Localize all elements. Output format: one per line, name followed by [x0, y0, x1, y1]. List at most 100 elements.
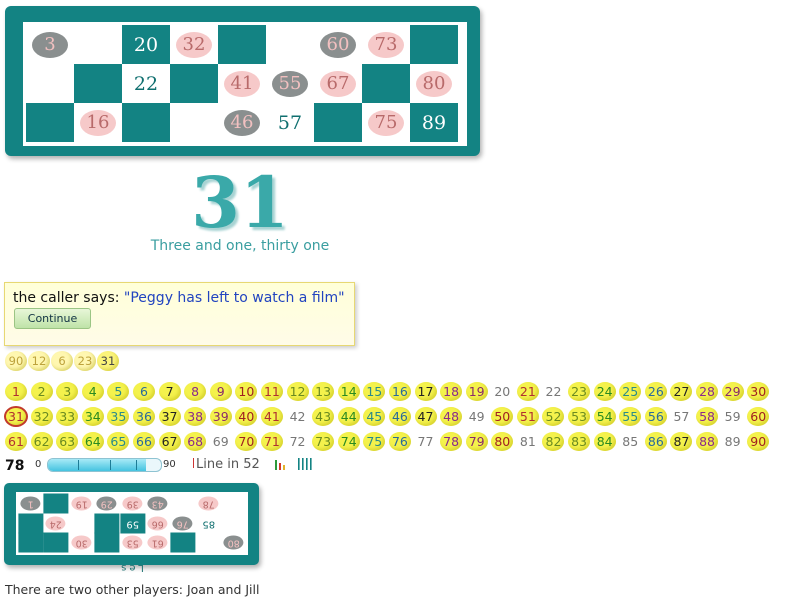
board-number-called: 41	[260, 407, 283, 426]
ticket-number: 41	[218, 64, 266, 103]
board-number-called: 62	[30, 432, 53, 451]
board-number: 77	[417, 434, 434, 449]
board-number-called: 34	[81, 407, 104, 426]
marked-number: 73	[368, 31, 404, 58]
board-number-called: 48	[440, 407, 463, 426]
board-number: 72	[289, 434, 306, 449]
ticket-cell	[314, 103, 362, 142]
progress-tick	[110, 460, 111, 470]
board-number-called: 56	[644, 407, 667, 426]
ticket-number: 75	[362, 103, 410, 142]
bar-chart-icon[interactable]	[274, 457, 288, 471]
board-number-called: 36	[132, 407, 155, 426]
board-number-called: 7	[158, 382, 181, 401]
marked-number: 53	[122, 535, 143, 550]
board-number-called: 17	[414, 382, 437, 401]
ticket-cell	[122, 103, 170, 142]
board-number-called: 16	[388, 382, 411, 401]
ticket-number: 67	[314, 64, 362, 103]
marked-number: 19	[71, 496, 92, 511]
ticket-number: 76	[170, 514, 195, 534]
board-number-called: 6	[132, 382, 155, 401]
board-number-called: 53	[568, 407, 591, 426]
progress-tick	[136, 460, 137, 470]
ticket-cell	[74, 64, 122, 103]
board-number-called: 33	[56, 407, 79, 426]
daubed-number: 1	[20, 496, 41, 511]
ticket-number: 19	[69, 494, 94, 514]
board-number-called: 63	[56, 432, 79, 451]
board-number-called: 39	[209, 407, 232, 426]
marked-number: 75	[368, 109, 404, 136]
board-number-called: 2	[30, 382, 53, 401]
board-number-called: 11	[260, 382, 283, 401]
board-number-called: 26	[644, 382, 667, 401]
continue-button[interactable]: Continue	[14, 308, 91, 329]
recent-call-ball: 23	[74, 351, 96, 371]
board-number-called: 71	[260, 432, 283, 451]
ticket-cell	[94, 533, 120, 553]
marked-number: 41	[224, 70, 260, 97]
ticket-grid: 3 20 32 60 73 22 41 55 67 80 16 46 57 75 89	[26, 25, 458, 142]
board-number-called: 25	[619, 382, 642, 401]
ticket-number: 22	[133, 72, 159, 95]
ticket-cell	[362, 64, 410, 103]
ticket-cell	[94, 513, 120, 533]
board-number-called: 60	[747, 407, 770, 426]
marked-number: 80	[416, 70, 452, 97]
board-number-called: 10	[235, 382, 258, 401]
ticket-cell	[221, 514, 246, 534]
daubed-number: 3	[32, 31, 68, 58]
board-number-called: 37	[158, 407, 181, 426]
number-board: 1 2 3 4 5 6 7 8 9 10 11 12 13 14 15 16 17 18 19 20 21 22 23 24 2…	[4, 380, 772, 455]
ticket-number: 30	[69, 533, 94, 553]
board-number: 49	[468, 409, 485, 424]
board-number-called: 47	[414, 407, 437, 426]
marked-number: 67	[320, 70, 356, 97]
marked-number: 39	[122, 496, 143, 511]
ticket-number: 85	[202, 517, 215, 529]
ticket-number: 20	[122, 25, 170, 64]
board-number-called: 58	[696, 407, 719, 426]
ticket-cell	[69, 514, 94, 534]
caller-prefix: the caller says:	[13, 290, 124, 306]
board-number-called: 1	[5, 382, 27, 401]
board-number-called: 3	[56, 382, 79, 401]
board-number-called: 14	[337, 382, 360, 401]
board-number-called: 5	[107, 382, 130, 401]
board-number: 22	[545, 384, 562, 399]
recent-call-ball: 12	[28, 351, 50, 371]
columns-icon[interactable]	[297, 457, 313, 471]
board-number-called: 74	[337, 432, 360, 451]
ticket-number: 1	[18, 494, 43, 514]
opponent-name: Les	[118, 562, 144, 573]
board-number: 42	[289, 409, 306, 424]
board-number-called: 8	[184, 382, 207, 401]
board-number-called: 78	[440, 432, 463, 451]
board-number-called: 21	[516, 382, 539, 401]
opponent-ticket-grid: 1 19 29 39 43 78 24 59 66 76 85 30 53 61 80	[18, 494, 247, 553]
ticket-number: 78	[196, 494, 221, 514]
marked-number: 78	[198, 496, 219, 511]
board-number-called: 84	[593, 432, 616, 451]
board-number-called: 38	[184, 407, 207, 426]
board-number-called: 43	[312, 407, 335, 426]
line-marker-icon	[193, 458, 194, 468]
progress-max: 90	[163, 459, 176, 470]
ticket-number: 61	[145, 533, 170, 553]
line-info: Line in 52	[193, 457, 260, 472]
ticket-number: 46	[218, 103, 266, 142]
board-number-called: 46	[388, 407, 411, 426]
board-number: 59	[724, 409, 741, 424]
ticket-number: 39	[120, 494, 145, 514]
board-number-called: 64	[81, 432, 104, 451]
board-number: 81	[519, 434, 536, 449]
board-number-called: 54	[593, 407, 616, 426]
caller-message: the caller says: "Peggy has left to watc…	[13, 290, 345, 306]
ticket-number: 43	[145, 494, 170, 514]
marked-number: 24	[46, 516, 67, 531]
ticket-number: 3	[26, 25, 74, 64]
board-number-called: 23	[568, 382, 591, 401]
called-number: 31	[191, 161, 289, 244]
marked-number: 32	[176, 31, 212, 58]
